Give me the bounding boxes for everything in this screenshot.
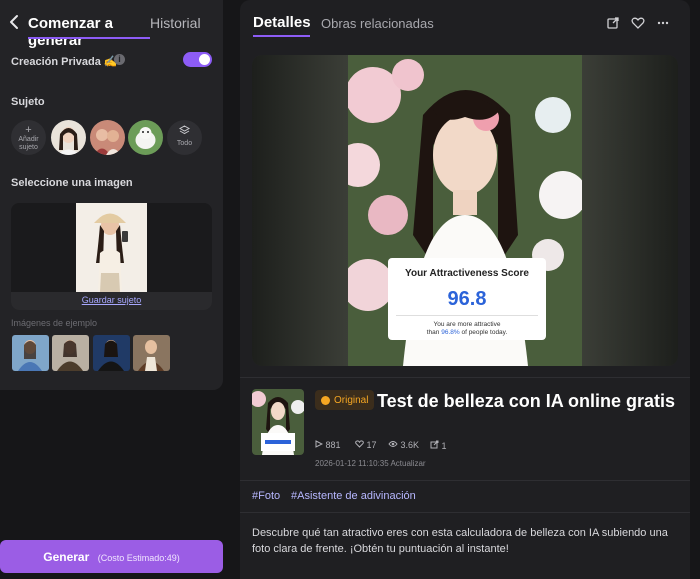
divider — [240, 480, 690, 481]
generate-label: Generar — [43, 550, 90, 564]
score-title: Your Attractiveness Score — [405, 268, 529, 279]
work-description: Descubre qué tan atractivo eres con esta… — [252, 527, 668, 555]
external-link-icon[interactable] — [606, 16, 620, 30]
left-panel: Comenzar a generar Historial Creación Pr… — [0, 0, 223, 390]
views-stat: 3.6K — [388, 440, 419, 450]
layers-icon — [179, 125, 190, 135]
add-subject-button[interactable]: + Añadir sujeto — [11, 120, 46, 155]
tag-foto[interactable]: #Foto — [252, 490, 280, 502]
active-tab-indicator — [253, 35, 310, 37]
work-title: Test de belleza con IA online gratis — [377, 391, 676, 411]
divider — [240, 512, 690, 513]
score-value: 96.8 — [447, 288, 487, 310]
private-creation-toggle[interactable] — [183, 52, 212, 67]
subject-list: + Añadir sujeto Todo — [11, 120, 211, 156]
hero-blur-right — [582, 55, 678, 366]
score-subtext: You are more attractive than 96.8% of pe… — [388, 321, 546, 337]
shares-stat[interactable]: 1 — [430, 440, 447, 451]
tab-generate[interactable]: Comenzar a generar — [28, 15, 128, 49]
updated-timestamp: 2026-01-12 11:10:35 Actualizar — [315, 459, 426, 468]
info-icon[interactable]: i — [114, 54, 125, 65]
likes-count: 17 — [366, 440, 377, 450]
share-icon — [430, 440, 439, 449]
private-creation-row: Creación Privada ✍ i — [11, 52, 211, 68]
select-image-label: Seleccione una imagen — [11, 177, 133, 189]
score-sub-suffix: of people today. — [461, 329, 508, 336]
heart-icon[interactable] — [631, 16, 645, 30]
plays-count: 881 — [325, 440, 341, 450]
views-count: 3.6K — [400, 440, 420, 450]
subject-section-label: Sujeto — [11, 96, 45, 108]
active-tab-indicator — [28, 37, 150, 39]
score-card: Your Attractiveness Score 96.8 You are m… — [388, 258, 546, 340]
selected-image — [76, 203, 147, 292]
score-divider — [396, 315, 538, 316]
all-label: Todo — [176, 140, 193, 147]
example-image-2[interactable] — [52, 335, 89, 371]
example-image-4[interactable] — [133, 335, 170, 371]
left-header: Comenzar a generar Historial — [0, 0, 223, 49]
private-creation-label: Creación Privada ✍ — [11, 56, 118, 68]
all-subjects-button[interactable]: Todo — [167, 120, 202, 155]
tab-related-works[interactable]: Obras relacionadas — [321, 16, 434, 31]
subject-avatar-2[interactable] — [90, 120, 125, 155]
tab-details[interactable]: Detalles — [253, 14, 311, 31]
score-sub-pct: 96.8% — [441, 329, 460, 336]
example-images-label: Imágenes de ejemplo — [11, 318, 98, 328]
generate-button[interactable]: Generar (Costo Estimado:49) — [0, 540, 223, 573]
right-panel: Detalles Obras relacionadas Your Attract… — [240, 0, 690, 579]
example-images — [12, 335, 212, 371]
example-image-1[interactable] — [12, 335, 49, 371]
tag-asistente[interactable]: #Asistente de adivinación — [291, 490, 416, 502]
selected-image-box[interactable] — [11, 203, 212, 310]
work-thumbnail — [252, 389, 304, 455]
more-dots-icon[interactable] — [656, 16, 670, 30]
shares-count: 1 — [441, 441, 447, 451]
hero-image: Your Attractiveness Score 96.8 You are m… — [252, 55, 678, 366]
save-subject-link[interactable]: Guardar sujeto — [0, 295, 223, 305]
eye-icon — [388, 441, 398, 447]
likes-stat[interactable]: 17 — [355, 440, 377, 450]
heart-icon — [355, 440, 364, 448]
subject-avatar-1[interactable] — [51, 120, 86, 155]
divider — [240, 377, 690, 378]
play-icon — [315, 440, 324, 448]
plus-icon: + — [25, 124, 32, 136]
chevron-left-icon[interactable] — [8, 14, 22, 30]
example-image-3[interactable] — [93, 335, 130, 371]
subject-avatar-3[interactable] — [128, 120, 163, 155]
plays-stat: 881 — [315, 440, 341, 450]
add-subject-label: Añadir sujeto — [18, 136, 39, 151]
score-sub-than: than — [426, 329, 440, 336]
score-sub-prefix: You are more attractive — [433, 321, 501, 328]
hero-blur-left — [252, 55, 348, 366]
top-actions — [606, 16, 676, 30]
generate-cost: (Costo Estimado:49) — [97, 553, 180, 563]
tab-history[interactable]: Historial — [150, 15, 201, 31]
